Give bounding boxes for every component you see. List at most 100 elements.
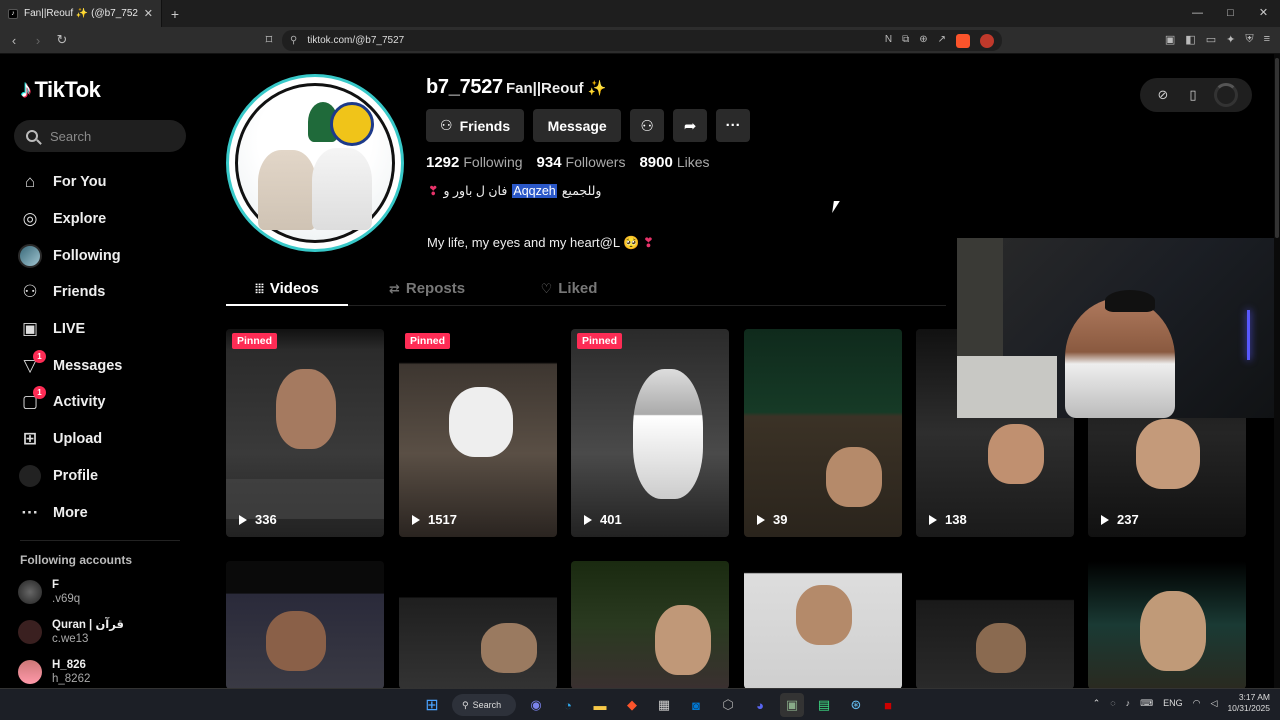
reload-icon[interactable]: ↻	[52, 32, 72, 48]
device-icon[interactable]: ▯	[1184, 86, 1202, 104]
keyboard-icon[interactable]: ⌨	[1140, 698, 1153, 709]
media-icon[interactable]: ▣	[1165, 33, 1175, 46]
sidebar-item-live[interactable]: ▣ LIVE	[18, 311, 122, 348]
sidebar-toggle-icon[interactable]: ◧	[1185, 33, 1195, 46]
ellipsis-icon: ···	[725, 117, 741, 134]
brave-rewards-icon[interactable]	[980, 33, 994, 48]
volume-icon[interactable]: ◁	[1211, 698, 1218, 709]
discord-icon[interactable]: ◕	[748, 693, 772, 717]
language-indicator[interactable]: ENG	[1163, 698, 1183, 708]
sidebar-item-upload[interactable]: ⊞ Upload	[18, 421, 122, 458]
video-card[interactable]	[571, 561, 729, 689]
following-account[interactable]: F .v69q	[18, 578, 80, 606]
video-thumbnail	[1140, 591, 1206, 671]
sidebar-item-for-you[interactable]: ⌂ For You	[18, 164, 122, 201]
sidebar-item-more[interactable]: ··· More	[18, 494, 122, 531]
video-card[interactable]	[399, 561, 557, 689]
sidebar-item-explore[interactable]: ◎ Explore	[18, 201, 122, 238]
person-figure	[312, 148, 372, 230]
sidebar-item-messages[interactable]: ▽ 1 Messages	[18, 347, 122, 384]
play-icon	[239, 514, 247, 525]
message-button[interactable]: Message	[533, 109, 622, 142]
view-count-text: 237	[1117, 512, 1139, 527]
zoom-icon[interactable]: ⊕	[919, 34, 927, 48]
tiktok-logo[interactable]: ♪ TikTok	[20, 76, 101, 104]
share-button[interactable]: ➦	[673, 109, 708, 142]
browser-tab[interactable]: ♪ Fan||Reouf ✨ (@b7_7527) | TikTok ✕	[0, 0, 162, 27]
windows-start-icon[interactable]: ⊞	[420, 693, 444, 717]
tab-liked[interactable]: ♡ Liked	[504, 272, 634, 305]
tab-close-icon[interactable]: ✕	[144, 7, 153, 20]
coins-icon[interactable]: ⊘	[1154, 86, 1172, 104]
translate-icon[interactable]: Ν	[885, 34, 892, 48]
network-icon[interactable]: ◌	[1110, 698, 1115, 708]
wallet-icon[interactable]: ▭	[1206, 33, 1216, 46]
followers-stat[interactable]: 934 Followers	[537, 154, 626, 171]
following-stat[interactable]: 1292 Following	[426, 154, 523, 171]
more-options-button[interactable]: ···	[716, 109, 751, 142]
clock[interactable]: 3:17 AM 10/31/2025	[1227, 692, 1270, 714]
video-card[interactable]	[916, 561, 1074, 689]
maximize-button[interactable]: □	[1214, 0, 1247, 27]
sidebar-item-following[interactable]: Following	[18, 237, 122, 274]
store-icon[interactable]: ▦	[652, 693, 676, 717]
video-card[interactable]	[744, 561, 902, 689]
url-text[interactable]: tiktok.com/@b7_7527	[307, 35, 404, 46]
minimize-button[interactable]: —	[1181, 0, 1214, 27]
scrollbar-thumb[interactable]	[1275, 58, 1279, 238]
brave-browser-icon[interactable]: ◆	[620, 693, 644, 717]
pinned-badge: Pinned	[405, 333, 451, 349]
teams-icon[interactable]: ◉	[524, 693, 548, 717]
video-card[interactable]: Pinned 401	[571, 329, 729, 537]
app-icon[interactable]: ▣	[780, 693, 804, 717]
chevron-up-icon[interactable]: ⌃	[1093, 698, 1101, 709]
sidebar-item-friends[interactable]: ⚇ Friends	[18, 274, 122, 311]
app-icon[interactable]: ⬡	[716, 693, 740, 717]
sidebar-item-activity[interactable]: ▢ 1 Activity	[18, 384, 122, 421]
vpn-icon[interactable]: ⛨	[1245, 33, 1253, 46]
new-tab-button[interactable]: +	[162, 6, 188, 22]
view-count: 39	[757, 512, 787, 527]
friends-button[interactable]: ⚇ Friends	[426, 109, 525, 142]
live-icon: ▣	[21, 319, 39, 339]
video-card[interactable]	[1088, 561, 1246, 689]
open-external-icon[interactable]: ⧉	[902, 34, 909, 48]
bookmark-icon[interactable]: ⌑	[259, 32, 279, 48]
user-avatar-ring[interactable]	[1214, 83, 1238, 107]
search-input[interactable]: Search	[14, 120, 186, 152]
back-arrow-icon[interactable]: ‹	[4, 33, 24, 48]
video-card[interactable]: Pinned 336	[226, 329, 384, 537]
wifi-icon[interactable]: ◠	[1193, 698, 1201, 709]
outlook-icon[interactable]: ◙	[684, 693, 708, 717]
video-card[interactable]: Pinned 1517	[399, 329, 557, 537]
url-bar[interactable]: ⚲ tiktok.com/@b7_7527 Ν ⧉ ⊕ ↗	[282, 30, 1002, 51]
webcam-person-hair	[1105, 290, 1155, 312]
close-window-button[interactable]: ✕	[1247, 0, 1280, 27]
app-icon[interactable]: ■	[876, 693, 900, 717]
following-account[interactable]: Quran | قرآن c.we13	[18, 618, 124, 646]
following-account[interactable]: H_826 h_8262	[18, 658, 90, 686]
page-scrollbar[interactable]	[1274, 54, 1280, 688]
edge-icon[interactable]: ◔	[556, 693, 580, 717]
top-right-controls: ⊘ ▯	[1140, 78, 1252, 112]
suggest-accounts-button[interactable]: ⚇	[630, 109, 665, 142]
avatar	[18, 620, 42, 644]
forward-arrow-icon[interactable]: ›	[28, 33, 48, 48]
video-card[interactable]	[226, 561, 384, 689]
tab-reposts[interactable]: ⇄ Reposts	[362, 272, 492, 305]
taskbar-search[interactable]: ⚲ Search	[452, 694, 516, 716]
app-icon[interactable]: ▤	[812, 693, 836, 717]
tab-videos[interactable]: ⦙⦙⦙ Videos	[226, 272, 348, 306]
video-card[interactable]: 39	[744, 329, 902, 537]
profile-icon	[18, 464, 42, 488]
leo-ai-icon[interactable]: ✦	[1226, 33, 1235, 46]
microphone-icon[interactable]: ♪	[1126, 698, 1131, 708]
sidebar-item-profile[interactable]: Profile	[18, 458, 122, 495]
sidebar-item-label: Following	[53, 247, 121, 264]
menu-icon[interactable]: ≡	[1264, 33, 1270, 46]
share-icon[interactable]: ↗	[938, 34, 946, 48]
steam-icon[interactable]: ⊛	[844, 693, 868, 717]
brave-shields-icon[interactable]	[956, 33, 970, 48]
file-explorer-icon[interactable]: ▬	[588, 693, 612, 717]
site-info-icon[interactable]: ⚲	[290, 35, 297, 46]
